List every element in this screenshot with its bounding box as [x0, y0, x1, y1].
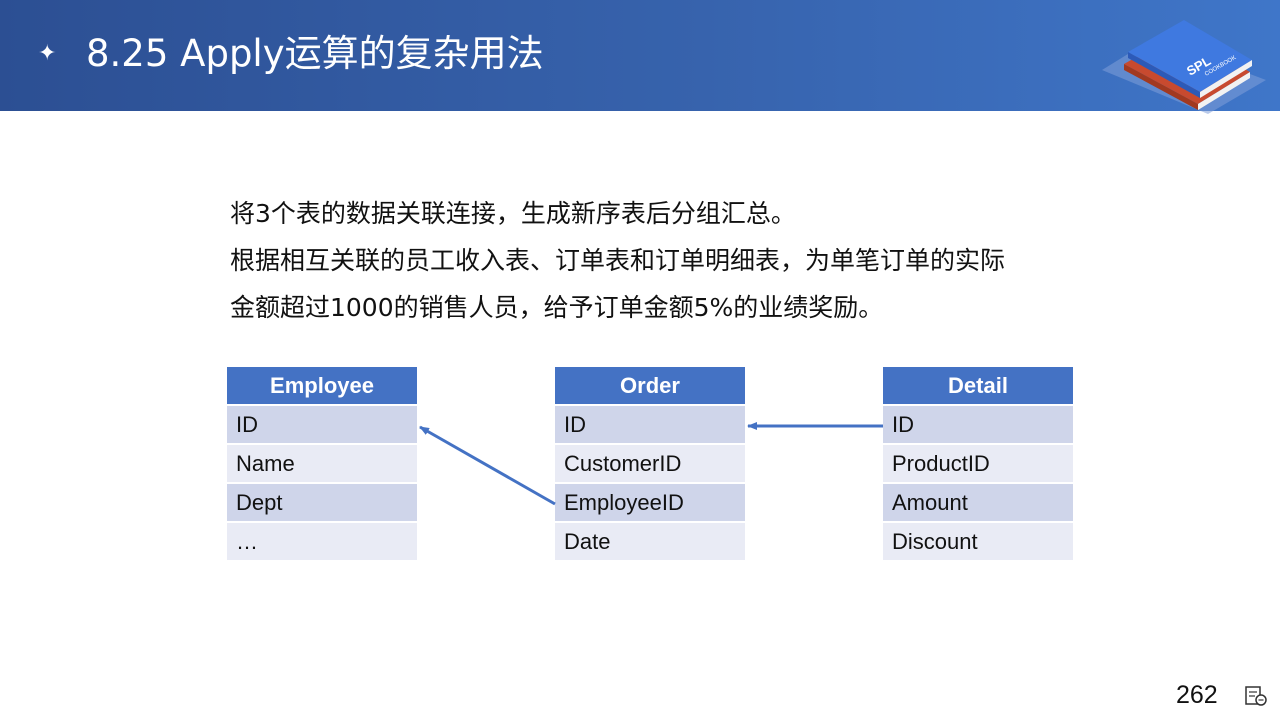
employee-table: Employee ID Name Dept … [227, 367, 417, 560]
order-table: Order ID CustomerID EmployeeID Date [555, 367, 745, 560]
table-field: ID [883, 406, 1073, 443]
description-line: 将3个表的数据关联连接，生成新序表后分组汇总。 [230, 199, 796, 228]
table-field: ID [555, 406, 745, 443]
description-line: 金额超过1000的销售人员，给予订单金额5%的业绩奖励。 [230, 293, 884, 322]
description: 将3个表的数据关联连接，生成新序表后分组汇总。 根据相互关联的员工收入表、订单表… [230, 190, 1110, 331]
slide-title: 8.25 Apply运算的复杂用法 [86, 32, 544, 75]
table-field: Amount [883, 484, 1073, 521]
title-bar: ✦ 8.25 Apply运算的复杂用法 SPL COOKBOOK [0, 0, 1280, 114]
table-field: EmployeeID [555, 484, 745, 521]
table-header: Detail [883, 367, 1073, 404]
slide-notes-icon[interactable] [1245, 686, 1267, 706]
table-field: Name [227, 445, 417, 482]
page-number: 262 [1176, 681, 1218, 709]
table-field: … [227, 523, 417, 560]
table-header: Order [555, 367, 745, 404]
table-field: Discount [883, 523, 1073, 560]
table-field: Dept [227, 484, 417, 521]
table-field: ID [227, 406, 417, 443]
table-field: CustomerID [555, 445, 745, 482]
relation-arrow-employeeid [419, 425, 556, 506]
detail-table: Detail ID ProductID Amount Discount [883, 367, 1073, 560]
spl-cookbook-logo: SPL COOKBOOK [1102, 20, 1266, 114]
table-field: ProductID [883, 445, 1073, 482]
description-line: 根据相互关联的员工收入表、订单表和订单明细表，为单笔订单的实际 [230, 246, 1006, 275]
table-header: Employee [227, 367, 417, 404]
sparkle-icon: ✦ [38, 41, 57, 66]
table-field: Date [555, 523, 745, 560]
